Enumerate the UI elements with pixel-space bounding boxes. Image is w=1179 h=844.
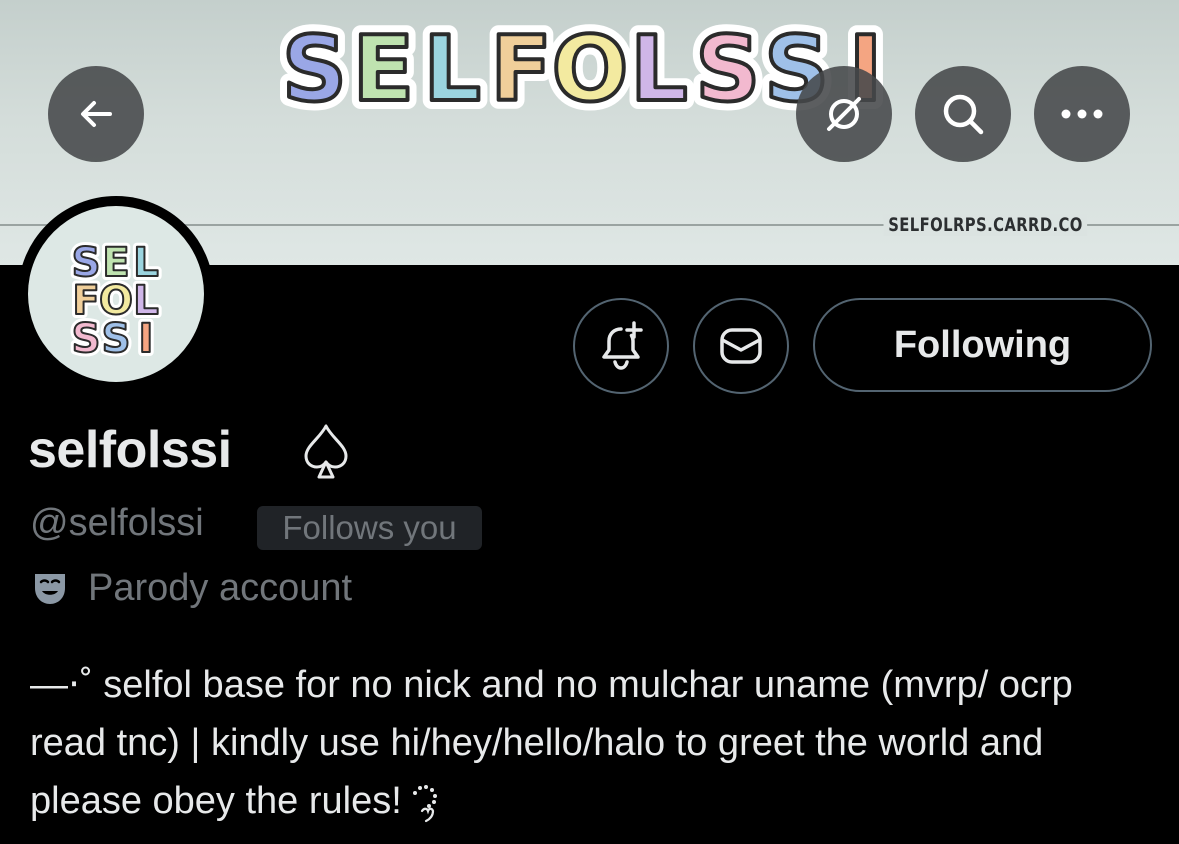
banner-logo-letter: E bbox=[353, 17, 414, 120]
banner-logo-letter: L bbox=[630, 17, 687, 120]
follows-you-badge: Follows you bbox=[257, 506, 482, 550]
sync-button[interactable] bbox=[796, 66, 892, 162]
banner-logo-letter: F bbox=[490, 17, 551, 120]
more-button[interactable] bbox=[1034, 66, 1130, 162]
back-button[interactable] bbox=[48, 66, 144, 162]
banner-logo-letter: S bbox=[695, 17, 760, 120]
no-sync-icon bbox=[827, 97, 861, 131]
parody-label: Parody account bbox=[88, 566, 353, 609]
following-button[interactable]: Following bbox=[813, 298, 1152, 392]
message-button[interactable] bbox=[693, 298, 789, 394]
more-icon bbox=[1061, 109, 1103, 119]
profile-handle: @selfolssi bbox=[30, 502, 204, 544]
bio-text: —⋅˚ selfol base for no nick and no mulch… bbox=[30, 664, 1073, 822]
banner-logo-letter: S bbox=[282, 17, 347, 120]
sparkle-decoration-icon bbox=[412, 785, 437, 823]
avatar-logo-letter: I bbox=[139, 316, 154, 362]
avatar-logo-letter: S bbox=[72, 316, 101, 362]
avatar-logo-letter: S bbox=[102, 316, 131, 362]
banner-url-text: SELFOLRPS.CARRD.CO bbox=[883, 214, 1087, 236]
envelope-icon bbox=[720, 328, 762, 364]
avatar[interactable]: SSEELLFFOOLLSSSSII bbox=[28, 206, 204, 382]
search-icon bbox=[943, 94, 984, 135]
search-button[interactable] bbox=[915, 66, 1011, 162]
theater-mask-icon bbox=[35, 574, 65, 604]
display-name: selfolssi bbox=[28, 421, 232, 479]
parody-label-row: Parody account bbox=[30, 565, 352, 611]
banner-logo-letter: O bbox=[552, 17, 629, 120]
banner-logo-letter: L bbox=[424, 17, 481, 120]
arrow-left-icon bbox=[81, 101, 112, 127]
spade-icon bbox=[304, 424, 348, 479]
avatar-logo: SS EE LLFF OO LLSS SS II bbox=[68, 236, 163, 366]
profile-bio: —⋅˚ selfol base for no nick and no mulch… bbox=[30, 656, 1150, 830]
notifications-button[interactable] bbox=[573, 298, 669, 394]
bell-plus-icon bbox=[602, 321, 643, 370]
